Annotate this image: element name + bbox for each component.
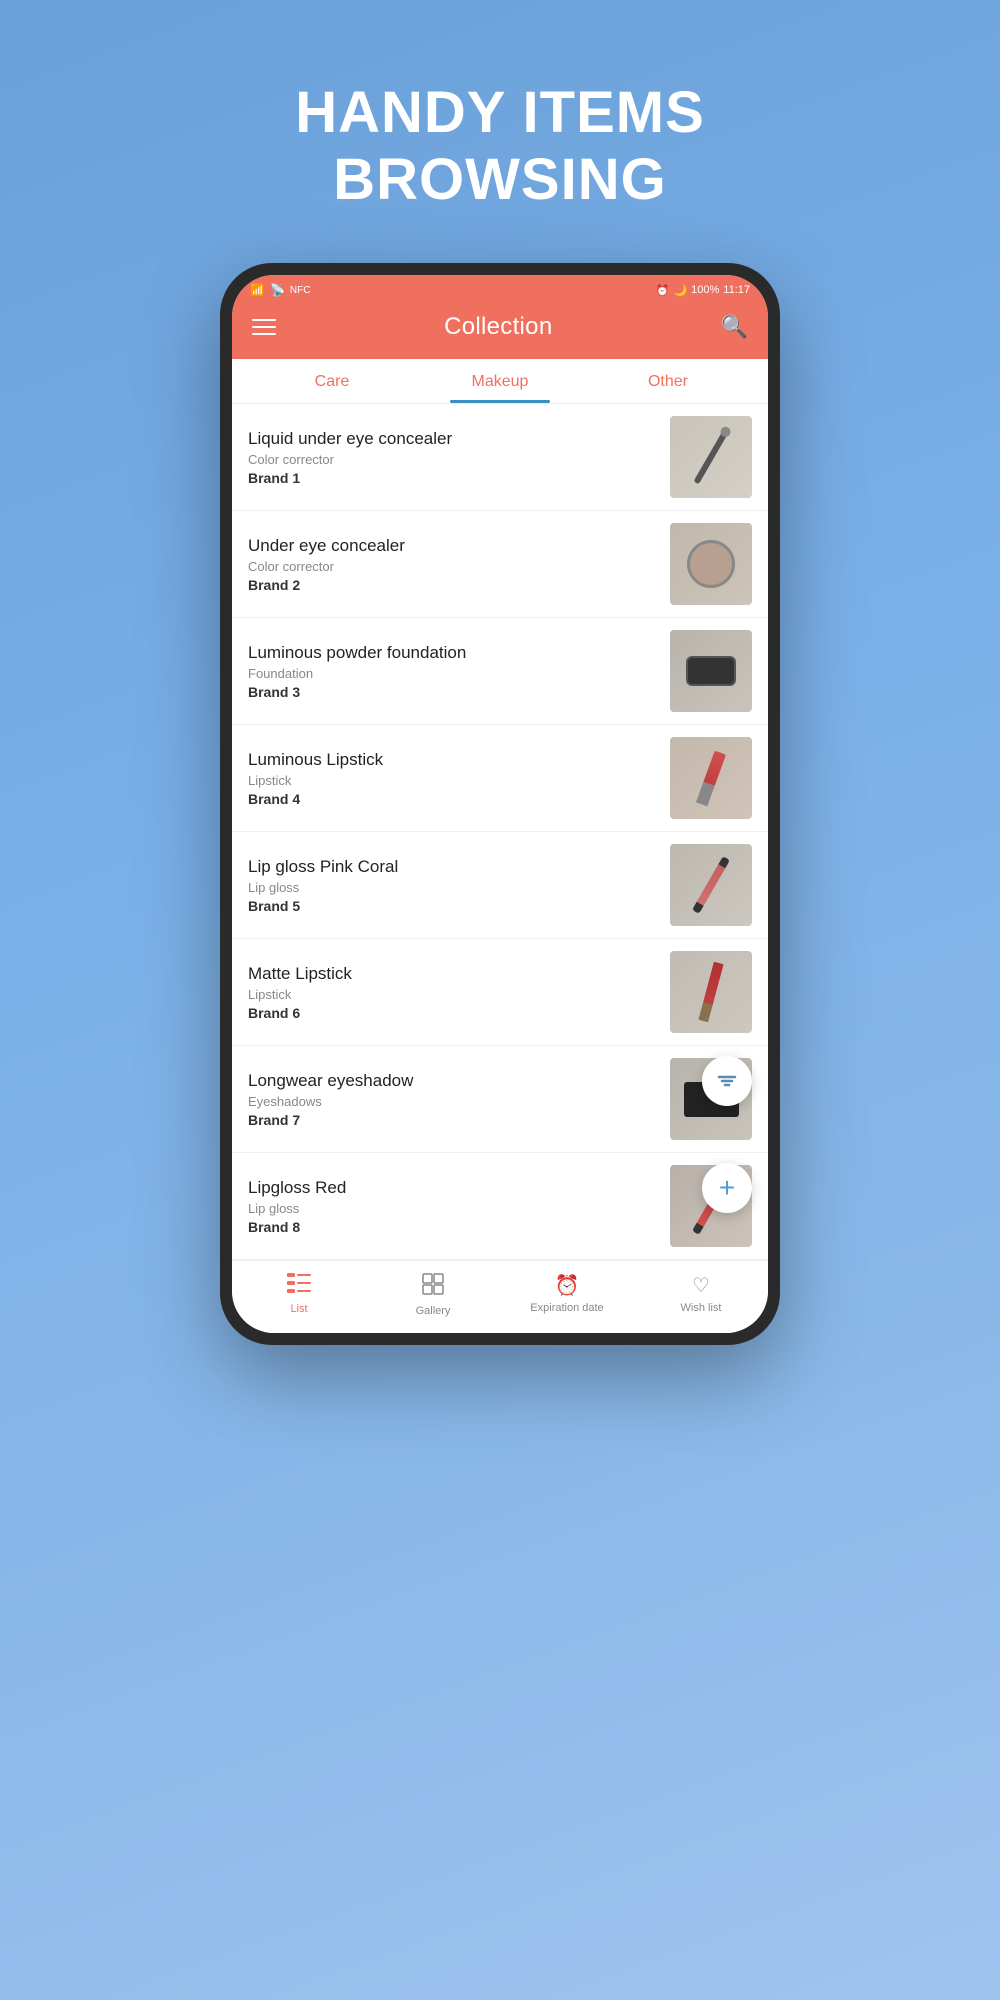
- item-name: Lip gloss Pink Coral: [248, 857, 660, 877]
- time-label: 11:17: [723, 284, 750, 296]
- list-item[interactable]: Longwear eyeshadow Eyeshadows Brand 7: [232, 1046, 768, 1153]
- app-bar: Collection 🔍: [232, 301, 768, 359]
- item-brand: Brand 7: [248, 1112, 660, 1128]
- item-list: Liquid under eye concealer Color correct…: [232, 404, 768, 1260]
- item-category: Foundation: [248, 666, 660, 681]
- status-bar: 📶 📡 NFC ⏰ 🌙 100% 11:17: [232, 275, 768, 301]
- app-title: Collection: [444, 313, 552, 341]
- hamburger-line3: [252, 333, 276, 335]
- item-info: Luminous powder foundation Foundation Br…: [248, 643, 660, 700]
- nav-item-list[interactable]: List: [232, 1269, 366, 1321]
- item-thumbnail: [670, 844, 752, 926]
- nav-item-gallery[interactable]: Gallery: [366, 1269, 500, 1321]
- expiration-nav-label: Expiration date: [530, 1302, 603, 1314]
- item-category: Color corrector: [248, 559, 660, 574]
- matte-shape: [698, 962, 723, 1023]
- lipstick-shape: [696, 750, 726, 806]
- gloss-shape: [692, 857, 730, 915]
- list-nav-label: List: [290, 1303, 307, 1315]
- wishlist-nav-label: Wish list: [681, 1302, 722, 1314]
- gallery-nav-icon: [422, 1273, 444, 1301]
- signal-icon: 📶: [250, 283, 265, 297]
- item-name: Lipgloss Red: [248, 1178, 660, 1198]
- item-info: Matte Lipstick Lipstick Brand 6: [248, 964, 660, 1021]
- search-button[interactable]: 🔍: [721, 314, 748, 340]
- wifi-icon: 📡: [270, 283, 285, 297]
- product-illustration: [670, 844, 752, 926]
- alarm-icon: ⏰: [656, 284, 670, 297]
- item-name: Luminous Lipstick: [248, 750, 660, 770]
- item-info: Lip gloss Pink Coral Lip gloss Brand 5: [248, 857, 660, 914]
- list-item[interactable]: Liquid under eye concealer Color correct…: [232, 404, 768, 511]
- product-illustration: [670, 630, 752, 712]
- item-thumbnail: [670, 630, 752, 712]
- item-thumbnail: [670, 951, 752, 1033]
- item-category: Lip gloss: [248, 1201, 660, 1216]
- item-name: Under eye concealer: [248, 536, 660, 556]
- item-name: Matte Lipstick: [248, 964, 660, 984]
- item-info: Liquid under eye concealer Color correct…: [248, 429, 660, 486]
- item-category: Color corrector: [248, 452, 660, 467]
- plus-icon: +: [719, 1174, 735, 1202]
- wand-shape: [693, 430, 728, 485]
- nfc-icon: NFC: [290, 285, 311, 296]
- wishlist-nav-icon: ♡: [692, 1273, 710, 1298]
- item-info: Luminous Lipstick Lipstick Brand 4: [248, 750, 660, 807]
- tab-makeup[interactable]: Makeup: [416, 359, 584, 403]
- tab-other[interactable]: Other: [584, 359, 752, 403]
- product-illustration: [670, 951, 752, 1033]
- nav-item-wishlist[interactable]: ♡ Wish list: [634, 1269, 768, 1321]
- phone-screen: 📶 📡 NFC ⏰ 🌙 100% 11:17 Collection 🔍: [232, 275, 768, 1333]
- item-brand: Brand 6: [248, 1005, 660, 1021]
- hamburger-line1: [252, 319, 276, 321]
- item-category: Eyeshadows: [248, 1094, 660, 1109]
- hamburger-line2: [252, 326, 276, 328]
- compact-shape: [687, 540, 735, 588]
- hero-title: HANDY ITEMS BROWSING: [295, 80, 705, 213]
- status-left: 📶 📡 NFC: [250, 283, 310, 297]
- item-brand: Brand 3: [248, 684, 660, 700]
- item-thumbnail: [670, 416, 752, 498]
- item-thumbnail: [670, 737, 752, 819]
- item-brand: Brand 1: [248, 470, 660, 486]
- item-category: Lip gloss: [248, 880, 660, 895]
- moon-icon: 🌙: [673, 284, 687, 297]
- expiration-nav-icon: ⏰: [555, 1273, 580, 1298]
- hamburger-button[interactable]: [252, 319, 276, 335]
- item-thumbnail: [670, 523, 752, 605]
- phone-frame: 📶 📡 NFC ⏰ 🌙 100% 11:17 Collection 🔍: [220, 263, 780, 1345]
- item-name: Luminous powder foundation: [248, 643, 660, 663]
- status-right: ⏰ 🌙 100% 11:17: [656, 284, 750, 297]
- list-item[interactable]: Lipgloss Red Lip gloss Brand 8 +: [232, 1153, 768, 1260]
- product-illustration: [670, 416, 752, 498]
- item-category: Lipstick: [248, 773, 660, 788]
- list-item[interactable]: Under eye concealer Color corrector Bran…: [232, 511, 768, 618]
- item-name: Longwear eyeshadow: [248, 1071, 660, 1091]
- item-info: Lipgloss Red Lip gloss Brand 8: [248, 1178, 660, 1235]
- bottom-navigation: List Gallery ⏰ Expiration date ♡: [232, 1260, 768, 1333]
- list-item[interactable]: Lip gloss Pink Coral Lip gloss Brand 5: [232, 832, 768, 939]
- tab-care[interactable]: Care: [248, 359, 416, 403]
- list-item[interactable]: Matte Lipstick Lipstick Brand 6: [232, 939, 768, 1046]
- tab-bar: Care Makeup Other: [232, 359, 768, 404]
- powder-shape: [686, 656, 736, 686]
- nav-item-expiration[interactable]: ⏰ Expiration date: [500, 1269, 634, 1321]
- item-brand: Brand 2: [248, 577, 660, 593]
- battery-label: 100%: [691, 284, 719, 296]
- item-brand: Brand 8: [248, 1219, 660, 1235]
- list-item[interactable]: Luminous powder foundation Foundation Br…: [232, 618, 768, 725]
- item-brand: Brand 4: [248, 791, 660, 807]
- item-category: Lipstick: [248, 987, 660, 1002]
- product-illustration: [670, 523, 752, 605]
- product-illustration: [670, 737, 752, 819]
- item-info: Under eye concealer Color corrector Bran…: [248, 536, 660, 593]
- list-nav-icon: [287, 1273, 311, 1299]
- item-info: Longwear eyeshadow Eyeshadows Brand 7: [248, 1071, 660, 1128]
- gallery-nav-label: Gallery: [416, 1305, 451, 1317]
- item-name: Liquid under eye concealer: [248, 429, 660, 449]
- item-brand: Brand 5: [248, 898, 660, 914]
- list-item[interactable]: Luminous Lipstick Lipstick Brand 4: [232, 725, 768, 832]
